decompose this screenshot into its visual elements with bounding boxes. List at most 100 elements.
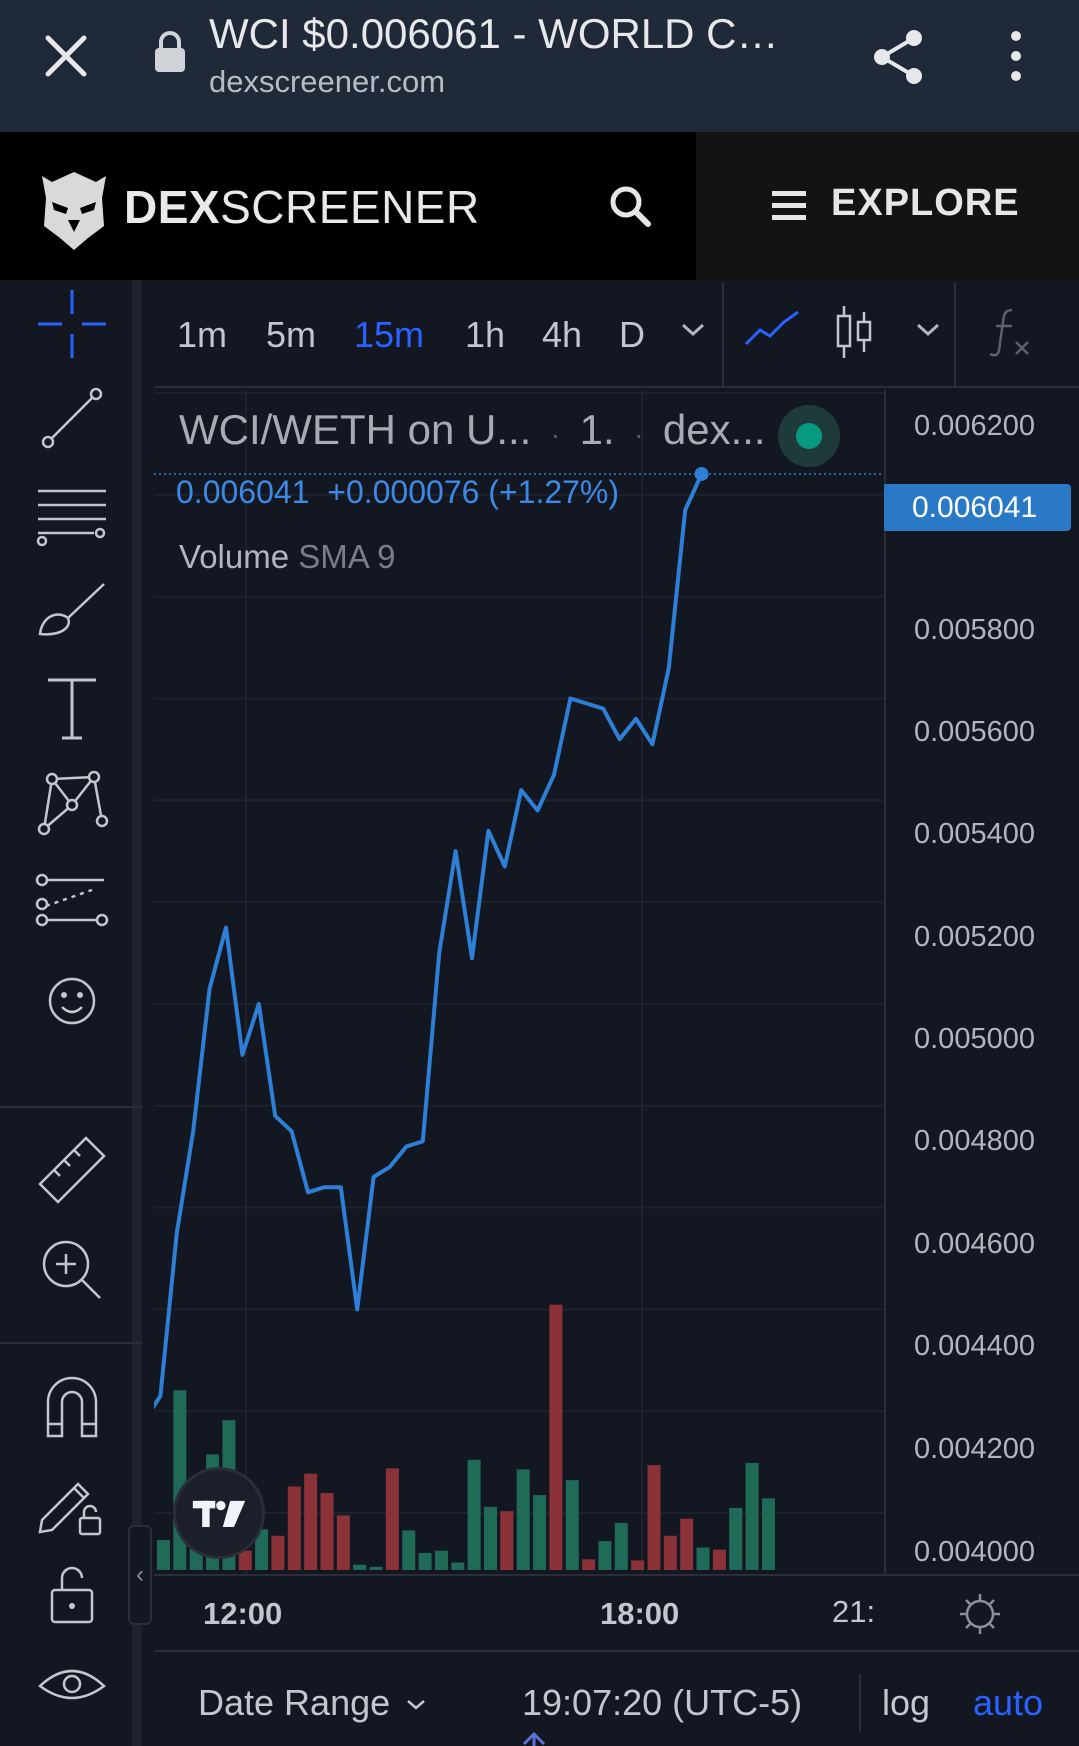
chevron-down-icon[interactable] <box>680 322 706 338</box>
price-tick: 0.005400 <box>914 818 1035 850</box>
price-series-points <box>694 466 709 481</box>
volume-bar <box>287 1486 301 1570</box>
trend-line-icon[interactable] <box>32 378 112 458</box>
candles-icon[interactable] <box>834 304 874 360</box>
explore-button[interactable]: EXPLORE <box>696 132 1079 280</box>
tab-1h[interactable]: 1h <box>465 314 505 356</box>
price-tick: 0.004000 <box>914 1536 1035 1568</box>
volume-bar <box>157 1540 170 1570</box>
text-icon[interactable] <box>32 668 112 748</box>
price-tick: 0.005000 <box>914 1023 1035 1055</box>
share-icon[interactable] <box>868 26 930 88</box>
volume-bar <box>516 1469 530 1570</box>
time-tick-clipped: 21: <box>831 1574 884 1652</box>
tab-5m[interactable]: 5m <box>266 314 316 356</box>
emoji-icon[interactable] <box>32 961 112 1041</box>
volume-bar <box>336 1515 350 1570</box>
legend-separator: · <box>543 419 568 450</box>
line-chart-icon[interactable] <box>744 308 800 348</box>
legend-volume-label: Volume <box>179 538 290 575</box>
volume-bar <box>729 1507 743 1570</box>
volume-bar <box>385 1468 399 1570</box>
timezone-clock[interactable]: 19:07:20 (UTC-5) <box>522 1682 802 1724</box>
close-icon[interactable] <box>38 28 94 84</box>
time-tick: 12:00 <box>203 1596 283 1631</box>
brush-icon[interactable] <box>32 570 112 650</box>
auto-scale-toggle[interactable]: auto <box>973 1682 1043 1724</box>
gear-icon[interactable] <box>958 1592 1002 1636</box>
menu-icon <box>772 191 806 220</box>
indicators-icon[interactable] <box>988 306 1032 358</box>
volume-bar <box>663 1535 677 1570</box>
tab-4h[interactable]: 4h <box>542 314 582 356</box>
time-axis[interactable]: 12:00 18:00 <box>154 1574 1079 1652</box>
last-price-point <box>694 466 709 481</box>
lock-icon <box>155 31 185 72</box>
eye-icon[interactable] <box>32 1646 112 1726</box>
volume-bar <box>598 1541 612 1570</box>
time-tick: 21: <box>832 1594 876 1629</box>
tradingview-logo-icon[interactable] <box>173 1467 265 1559</box>
time-tick: 18:00 <box>600 1596 680 1631</box>
price-axis[interactable]: 0.006200 0.005800 0.005600 0.005400 0.00… <box>884 390 1079 1574</box>
toolbar-collapse-button[interactable]: ‹ <box>128 1525 152 1625</box>
legend-volume[interactable]: Volume SMA 9 <box>179 538 395 576</box>
zoom-in-icon[interactable] <box>32 1230 112 1310</box>
eagle-logo-icon[interactable] <box>38 168 110 252</box>
price-tick: 0.004400 <box>914 1330 1035 1362</box>
date-range-button[interactable]: Date Range <box>198 1682 426 1724</box>
magnet-icon[interactable] <box>32 1366 112 1446</box>
volume-bar <box>745 1463 759 1570</box>
toolbar-divider <box>0 1342 142 1344</box>
volume-bar <box>353 1564 367 1570</box>
crosshair-icon[interactable] <box>32 284 112 364</box>
page-domain[interactable]: dexscreener.com <box>209 64 445 100</box>
volume-bar <box>565 1480 579 1570</box>
volume-bar <box>451 1562 465 1570</box>
volume-bar <box>500 1511 514 1570</box>
volume-bar <box>467 1459 481 1570</box>
legend-interval: 1. <box>579 406 615 453</box>
legend-volume-sma: SMA 9 <box>298 538 396 575</box>
toolbar-divider <box>722 282 724 386</box>
date-range-label: Date Range <box>198 1682 391 1723</box>
more-vert-icon[interactable] <box>1004 28 1028 84</box>
lock-pencil-icon[interactable] <box>32 1460 112 1540</box>
unlock-icon[interactable] <box>32 1552 112 1632</box>
tab-15m[interactable]: 15m <box>354 314 424 356</box>
volume-bar <box>712 1549 726 1570</box>
tab-d[interactable]: D <box>619 314 645 356</box>
browser-toolbar: WCI $0.006061 - WORLD CU... dexscreener.… <box>0 0 1079 132</box>
volume-bar <box>238 1550 252 1570</box>
search-icon[interactable] <box>608 184 652 228</box>
legend-change: +0.000076 (+1.27%) <box>327 474 620 510</box>
volume-bar <box>320 1492 334 1570</box>
legend-source: dex... <box>662 406 766 453</box>
legend-separator: · <box>626 419 652 450</box>
volume-bar <box>647 1465 661 1570</box>
pattern-icon[interactable] <box>32 763 112 843</box>
price-tick: 0.004200 <box>914 1433 1035 1465</box>
forecast-icon[interactable] <box>32 860 112 940</box>
legend-values: 0.006041 +0.000076 (+1.27%) <box>176 474 619 511</box>
chevron-down-icon[interactable] <box>915 322 941 338</box>
fib-lines-icon[interactable] <box>32 475 112 555</box>
volume-bar <box>696 1547 710 1570</box>
volume-bar <box>271 1535 285 1570</box>
chart-legend-title[interactable]: WCI/WETH on U... · 1. · dex... <box>179 406 766 454</box>
log-scale-toggle[interactable]: log <box>882 1682 930 1724</box>
price-tick: 0.005200 <box>914 921 1035 953</box>
page-title[interactable]: WCI $0.006061 - WORLD CU... <box>209 10 799 58</box>
legend-price: 0.006041 <box>176 474 310 510</box>
price-tick-hidden <box>915 472 1079 484</box>
volume-bar <box>369 1566 383 1570</box>
explore-label: EXPLORE <box>831 182 1020 224</box>
tab-1m[interactable]: 1m <box>177 314 227 356</box>
volume-bar <box>761 1498 775 1570</box>
volume-bar <box>549 1304 563 1570</box>
dex-brand[interactable]: DEXSCREENER <box>124 180 480 234</box>
price-tick: 0.005800 <box>914 614 1035 646</box>
ruler-icon[interactable] <box>32 1132 112 1212</box>
chevron-up-icon[interactable] <box>520 1730 548 1746</box>
volume-bar <box>582 1559 596 1570</box>
